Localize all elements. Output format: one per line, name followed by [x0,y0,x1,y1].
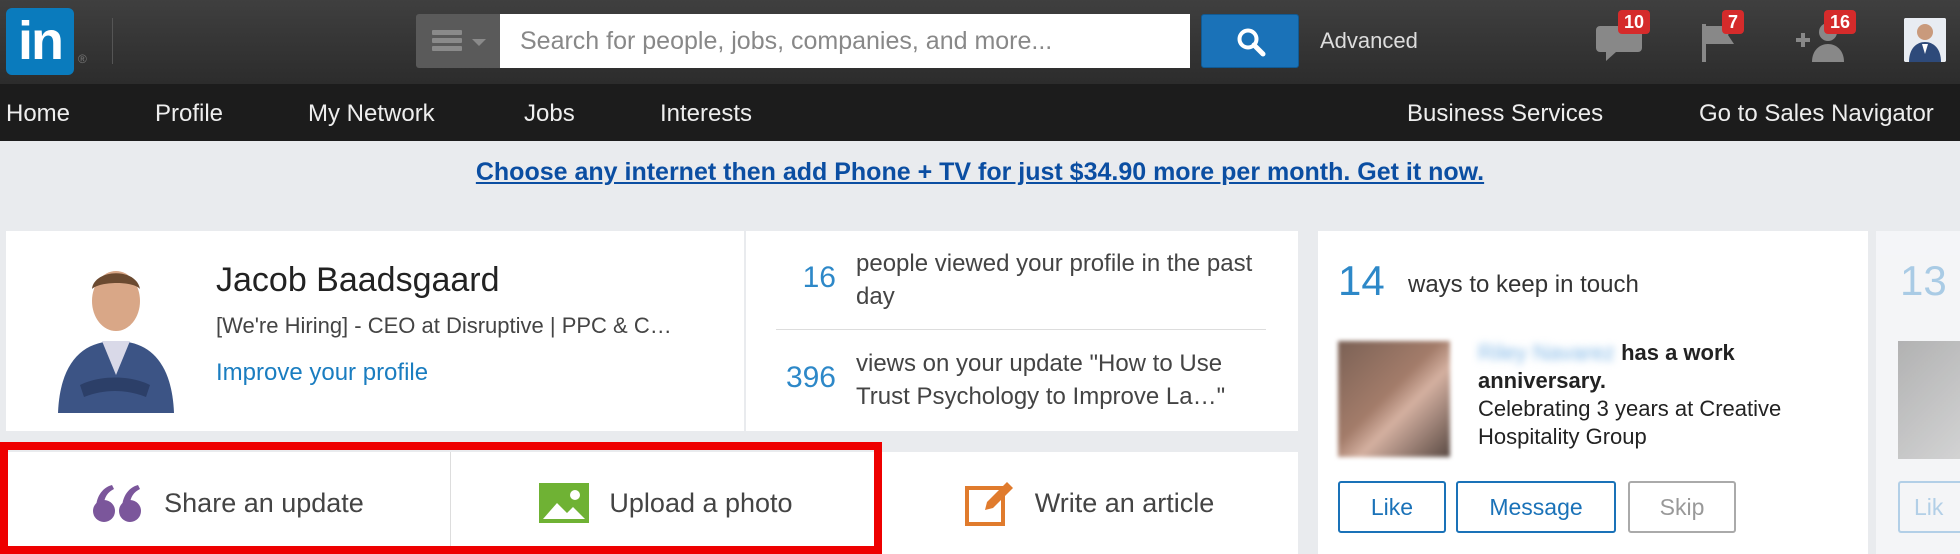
nav-item-profile[interactable]: Profile [155,100,223,128]
keep-in-touch-text[interactable]: ways to keep in touch [1408,271,1639,299]
peek-photo [1898,341,1960,459]
improve-profile-link[interactable]: Improve your profile [216,359,428,387]
anniversary-text: Riley Navarez has a work anniversary. Ce… [1478,339,1838,451]
profile-views-text[interactable]: people viewed your profile in the past d… [856,247,1276,313]
nav-item-business-services[interactable]: Business Services [1407,100,1603,128]
keep-in-touch-count[interactable]: 14 [1338,257,1385,305]
update-views-count[interactable]: 396 [746,361,836,395]
stats-card: 16 people viewed your profile in the pas… [746,231,1298,431]
next-card-peek[interactable]: 13 Lik [1876,231,1960,554]
linkedin-logo[interactable]: in [6,8,74,75]
messages-button[interactable]: 10 [1596,10,1651,69]
search-category-dropdown[interactable] [416,14,500,68]
peek-like-button[interactable]: Lik [1898,481,1960,533]
profile-photo-icon [44,255,184,413]
registered-mark: ® [78,52,87,66]
share-update-button[interactable]: Share an update [6,452,450,554]
edit-icon [964,482,1013,526]
profile-photo-icon [1904,18,1946,62]
profile-views-count[interactable]: 16 [746,261,836,295]
connection-name[interactable]: Riley Navarez [1478,340,1615,365]
share-box: Share an update Upload a photo Write an … [6,452,1298,554]
nav-item-interests[interactable]: Interests [660,100,752,128]
notifications-button[interactable]: 7 [1700,10,1745,69]
write-article-button[interactable]: Write an article [881,452,1298,554]
profile-name[interactable]: Jacob Baadsgaard [216,261,500,300]
connections-badge: 16 [1824,10,1857,34]
connections-button[interactable]: 16 [1796,10,1857,69]
search-icon [1237,28,1266,57]
divider [776,329,1266,330]
connection-photo[interactable] [1338,341,1450,457]
menu-icon [432,30,462,52]
upload-photo-button[interactable]: Upload a photo [451,452,881,554]
nav-item-sales-navigator[interactable]: Go to Sales Navigator [1699,100,1934,128]
promo-banner: Choose any internet then add Phone + TV … [0,158,1960,187]
profile-photo[interactable] [44,255,184,413]
upload-photo-label: Upload a photo [609,487,793,518]
keep-in-touch-card: 14 ways to keep in touch Riley Navarez h… [1318,231,1868,554]
quote-icon [93,485,142,522]
messages-badge: 10 [1618,10,1651,34]
promo-link[interactable]: Choose any internet then add Phone + TV … [476,158,1484,186]
main-nav: Home Profile My Network Jobs Interests B… [0,84,1960,141]
advanced-search-link[interactable]: Advanced [1320,28,1418,54]
divider [112,18,113,64]
image-icon [539,483,590,523]
message-button[interactable]: Message [1456,481,1616,533]
update-views-text[interactable]: views on your update "How to Use Trust P… [856,347,1276,413]
peek-count: 13 [1900,257,1947,304]
notifications-badge: 7 [1722,10,1745,34]
nav-item-my-network[interactable]: My Network [308,100,435,128]
avatar[interactable] [1904,18,1946,62]
search-button[interactable] [1201,14,1299,68]
profile-headline: [We're Hiring] - CEO at Disruptive | PPC… [216,313,672,338]
search-input[interactable] [500,14,1190,68]
anniversary-detail: Celebrating 3 years at Creative Hospital… [1478,396,1782,449]
skip-button[interactable]: Skip [1628,481,1736,533]
chevron-down-icon [472,39,486,46]
nav-item-jobs[interactable]: Jobs [524,100,575,128]
profile-card: Jacob Baadsgaard [We're Hiring] - CEO at… [6,231,744,431]
like-button[interactable]: Like [1338,481,1446,533]
top-bar: in ® Advanced 10 7 16 [0,0,1960,84]
share-update-label: Share an update [164,487,364,518]
nav-item-home[interactable]: Home [6,100,70,128]
write-article-label: Write an article [1034,487,1215,518]
